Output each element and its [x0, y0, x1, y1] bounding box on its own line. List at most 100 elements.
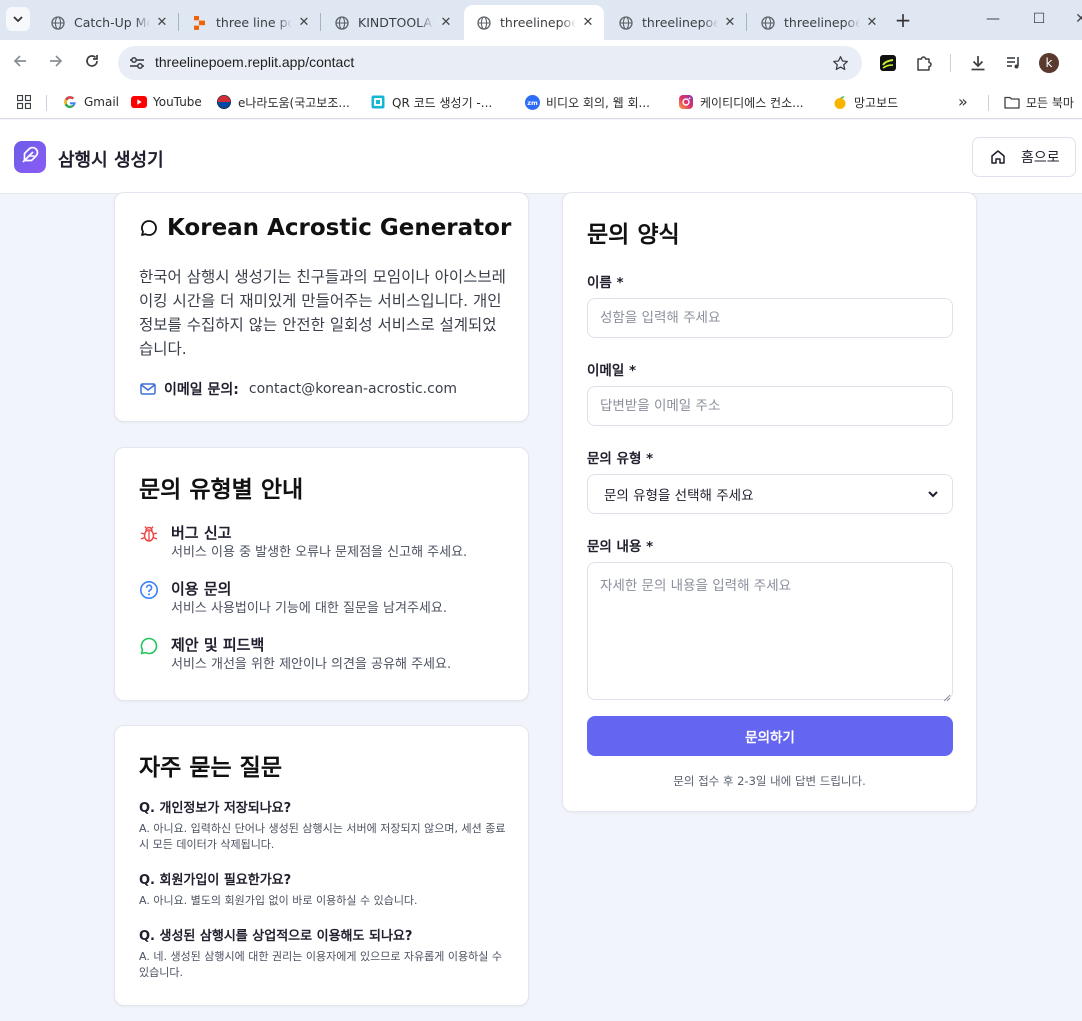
tab-catch-up[interactable]: Catch-Up Me ✕ — [38, 5, 178, 40]
mango-icon — [832, 94, 848, 110]
extension-icon[interactable] — [876, 51, 900, 75]
maximize-button[interactable]: ☐ — [1026, 8, 1052, 30]
youtube-icon — [131, 94, 147, 110]
enara-icon — [216, 94, 232, 110]
tab-three-line[interactable]: three line po ✕ — [180, 5, 320, 40]
home-button-label: 홈으로 — [1021, 150, 1060, 166]
close-tab-icon[interactable]: ✕ — [154, 15, 170, 31]
media-control-icon[interactable] — [1002, 51, 1026, 75]
site-header: 삼행시 생성기 홈으로 — [0, 120, 1082, 194]
contact-form-card: 문의 양식 이름 * 이메일 * 문의 유형 * 문의 유형을 선택해 주세요 … — [562, 192, 977, 812]
close-tab-icon[interactable]: ✕ — [864, 15, 880, 31]
profile-avatar[interactable]: k — [1039, 53, 1059, 73]
help-circle-icon — [139, 580, 159, 600]
faq-answer: A. 아니요. 입력하신 단어나 생성된 삼행시는 서버에 저장되지 않으며, … — [139, 822, 506, 851]
browser-toolbar: threelinepoem.replit.app/contact k — [0, 40, 1082, 86]
form-title: 문의 양식 — [587, 222, 680, 248]
qr-icon — [370, 94, 386, 110]
globe-icon — [618, 15, 634, 31]
email-input[interactable] — [587, 386, 953, 426]
tab-search-button[interactable] — [6, 7, 30, 31]
bookmark-mangoboard[interactable]: 망고보드 — [832, 92, 898, 112]
chat-bubble-icon — [139, 218, 159, 238]
name-label: 이름 * — [587, 275, 624, 291]
address-bar[interactable]: threelinepoem.replit.app/contact — [118, 46, 862, 80]
new-tab-button[interactable]: + — [893, 9, 913, 31]
replit-icon — [192, 15, 208, 31]
bug-icon — [139, 524, 159, 544]
message-circle-icon — [139, 636, 159, 656]
minimize-button[interactable]: — — [980, 8, 1006, 30]
reload-button[interactable] — [80, 51, 104, 75]
tab-divider — [746, 13, 747, 31]
home-icon — [989, 148, 1007, 166]
tab-kindtoolai[interactable]: KINDTOOLAI ✕ — [322, 5, 462, 40]
type-description: 서비스 사용법이나 기능에 대한 질문을 남겨주세요. — [171, 601, 447, 616]
type-item-bug: 버그 신고 서비스 이용 중 발생한 오류나 문제점을 신고해 주세요. — [139, 522, 467, 562]
download-icon[interactable] — [966, 51, 990, 75]
bookmark-gmail[interactable]: Gmail — [62, 92, 119, 112]
email-address[interactable]: contact@korean-acrostic.com — [249, 381, 457, 397]
close-tab-icon[interactable]: ✕ — [580, 15, 596, 31]
close-tab-icon[interactable]: ✕ — [296, 15, 312, 31]
type-description: 서비스 개선을 위한 제안이나 의견을 공유해 주세요. — [171, 657, 452, 672]
intro-description: 한국어 삼행시 생성기는 친구들과의 모임이나 아이스브레이킹 시간을 더 재미… — [139, 268, 506, 358]
faq-item: Q. 회원가입이 필요한가요? A. 아니요. 별도의 회원가입 없이 바로 이… — [139, 872, 507, 909]
all-bookmarks-folder[interactable]: 모든 북마 — [1004, 92, 1074, 112]
brand-name[interactable]: 삼행시 생성기 — [58, 146, 164, 172]
site-info-icon[interactable] — [126, 53, 148, 73]
bookmark-enara[interactable]: e나라도움(국고보조... — [216, 92, 350, 112]
forward-button[interactable] — [44, 51, 68, 75]
bookmark-star-icon[interactable] — [830, 53, 850, 73]
faq-answer: A. 아니요. 별도의 회원가입 없이 바로 이용하실 수 있습니다. — [139, 894, 418, 907]
content-label: 문의 내용 * — [587, 539, 654, 555]
tab-threelinepoem-3[interactable]: threelinepoe ✕ — [748, 5, 888, 40]
more-bookmarks-button[interactable]: » — [958, 92, 968, 111]
submit-button[interactable]: 문의하기 — [587, 716, 953, 756]
intro-card: Korean Acrostic Generator 한국어 삼행시 생성기는 친… — [114, 192, 529, 422]
tab-threelinepoem-active[interactable]: threelinepoe ✕ — [464, 5, 604, 40]
email-contact: 이메일 문의: contact@korean-acrostic.com — [139, 379, 457, 399]
bookmark-qr-generator[interactable]: QR 코드 생성기 -... — [370, 92, 492, 112]
tab-threelinepoem-2[interactable]: threelinepoem ✕ — [606, 5, 746, 40]
chevron-down-icon — [926, 487, 940, 501]
email-label: 이메일 문의: — [164, 382, 239, 398]
close-tab-icon[interactable]: ✕ — [722, 15, 738, 31]
arrow-right-icon — [48, 53, 64, 73]
faq-question: Q. 회원가입이 필요한가요? — [139, 873, 292, 888]
svg-text:zm: zm — [527, 99, 538, 107]
feather-icon — [20, 145, 40, 169]
intro-title: Korean Acrostic Generator — [139, 215, 511, 241]
faq-card: 자주 묻는 질문 Q. 개인정보가 저장되나요? A. 아니요. 입력하신 단어… — [114, 725, 529, 1006]
tab-divider — [178, 13, 179, 31]
inquiry-type-select[interactable]: 문의 유형을 선택해 주세요 — [587, 474, 953, 514]
response-note: 문의 접수 후 2-3일 내에 답변 드립니다. — [673, 774, 866, 788]
zoom-icon: zm — [524, 94, 540, 110]
types-title: 문의 유형별 안내 — [139, 477, 304, 503]
url-text: threelinepoem.replit.app/contact — [155, 54, 355, 70]
content-textarea[interactable] — [587, 562, 953, 700]
type-item-usage: 이용 문의 서비스 사용법이나 기능에 대한 질문을 남겨주세요. — [139, 578, 447, 618]
apps-grid-icon — [16, 94, 32, 110]
faq-answer: A. 네. 생성된 삼행시에 대한 권리는 이용자에게 있으므로 자유롭게 이용… — [139, 950, 503, 979]
faq-item: Q. 생성된 삼행시를 상업적으로 이용해도 되나요? A. 네. 생성된 삼행… — [139, 928, 507, 981]
close-window-button[interactable]: ✕ — [1068, 8, 1082, 30]
chevron-down-icon — [12, 10, 24, 29]
faq-question: Q. 개인정보가 저장되나요? — [139, 801, 292, 816]
bookmark-zoom[interactable]: zm 비디오 회의, 웹 회... — [524, 92, 650, 112]
brand-logo[interactable] — [14, 141, 46, 173]
back-button[interactable] — [8, 51, 32, 75]
resize-handle-icon[interactable] — [943, 687, 951, 702]
bookmark-ktds[interactable]: 케이티디에스 컨소... — [678, 92, 804, 112]
globe-icon — [760, 15, 776, 31]
faq-title: 자주 묻는 질문 — [139, 755, 282, 781]
mail-icon — [139, 380, 157, 398]
apps-button[interactable] — [16, 92, 38, 112]
close-tab-icon[interactable]: ✕ — [438, 15, 454, 31]
bookmark-youtube[interactable]: YouTube — [131, 92, 202, 112]
arrow-left-icon — [12, 53, 28, 73]
name-input[interactable] — [587, 298, 953, 338]
home-button[interactable]: 홈으로 — [972, 137, 1076, 177]
puzzle-icon[interactable] — [912, 51, 936, 75]
tab-divider — [320, 13, 321, 31]
